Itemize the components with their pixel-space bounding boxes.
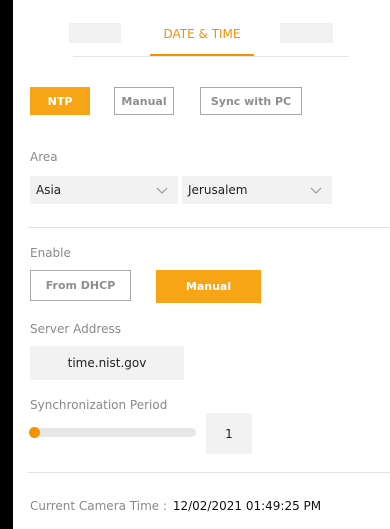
area-city-value: Jerusalem <box>188 183 248 197</box>
sync-period-slider[interactable] <box>33 428 196 437</box>
from-dhcp-button[interactable]: From DHCP <box>30 270 131 301</box>
server-address-label: Server Address <box>30 322 121 336</box>
section-divider <box>28 227 390 228</box>
area-region-select[interactable]: Asia <box>30 176 178 204</box>
camera-time-label: Current Camera Time : <box>30 499 168 513</box>
server-address-input[interactable]: time.nist.gov <box>30 346 184 380</box>
chevron-down-icon <box>156 187 168 194</box>
tab-date-time[interactable]: DATE & TIME <box>150 24 254 56</box>
slider-handle[interactable] <box>29 427 40 438</box>
date-time-panel: DATE & TIME NTP Manual Sync with PC Area… <box>13 0 390 529</box>
manual-mode-button[interactable]: Manual <box>114 87 174 115</box>
sync-period-label: Synchronization Period <box>30 398 168 412</box>
section-divider <box>28 472 390 473</box>
sync-with-pc-button[interactable]: Sync with PC <box>200 87 302 115</box>
camera-time-value: 12/02/2021 01:49:25 PM <box>172 499 322 513</box>
ntp-button[interactable]: NTP <box>30 87 90 115</box>
enable-label: Enable <box>30 246 71 260</box>
tab-placeholder-left[interactable] <box>69 23 121 43</box>
sync-period-input[interactable]: 1 <box>206 413 252 454</box>
manual-enable-button[interactable]: Manual <box>156 270 261 303</box>
area-label: Area <box>30 150 58 164</box>
current-camera-time: Current Camera Time : 12/02/2021 01:49:2… <box>30 499 321 513</box>
tab-placeholder-right[interactable] <box>280 23 333 43</box>
area-region-value: Asia <box>36 183 62 197</box>
tab-underline <box>73 56 349 57</box>
area-city-select[interactable]: Jerusalem <box>182 176 332 204</box>
chevron-down-icon <box>310 187 322 194</box>
